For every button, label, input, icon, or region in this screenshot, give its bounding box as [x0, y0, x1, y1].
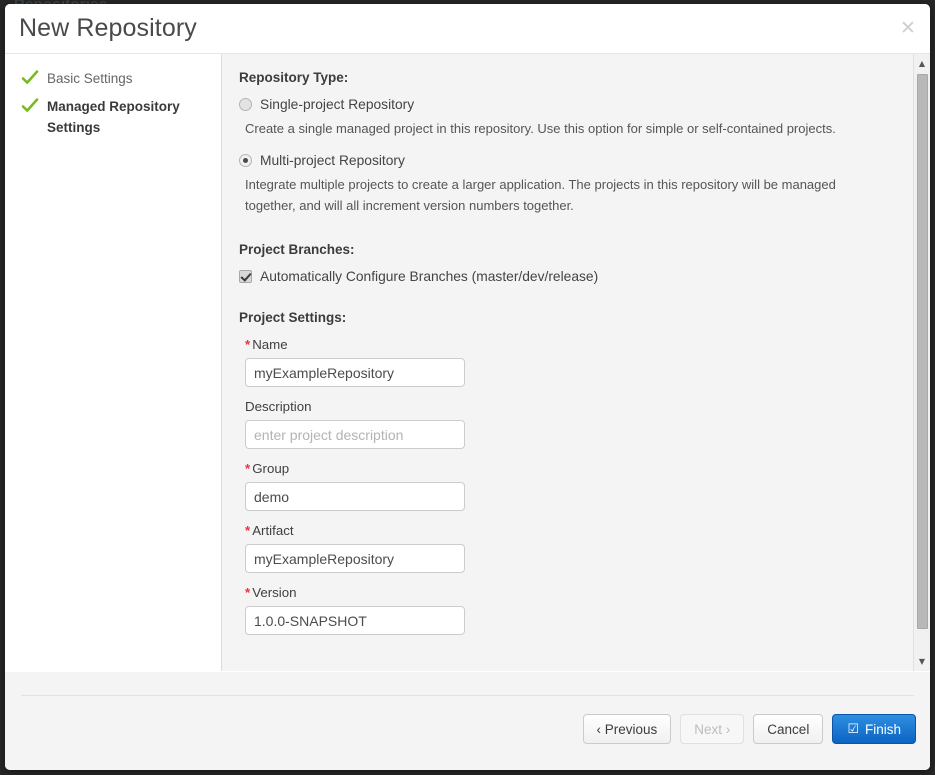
field-version: *Version — [239, 585, 913, 635]
radio-option-single-project[interactable]: Single-project Repository — [239, 97, 913, 112]
checkbox-label: Automatically Configure Branches (master… — [260, 269, 598, 284]
field-label: Description — [245, 399, 312, 414]
dialog-header: New Repository ✕ — [5, 4, 930, 54]
description-input[interactable] — [245, 420, 465, 449]
radio-icon-selected[interactable] — [239, 154, 252, 167]
required-marker: * — [245, 461, 250, 476]
required-marker: * — [245, 523, 250, 538]
wizard-steps-sidebar: Basic Settings Managed Repository Settin… — [5, 54, 222, 671]
dialog-body: Basic Settings Managed Repository Settin… — [5, 54, 930, 671]
sidebar-step-label: Managed Repository Settings — [47, 99, 180, 135]
field-label: Artifact — [252, 523, 293, 538]
sidebar-step-basic-settings[interactable]: Basic Settings — [21, 68, 221, 89]
checkbox-check-icon: ☑ — [847, 722, 859, 737]
screen: Repositories New Repository ✕ Basic Sett… — [0, 0, 935, 775]
field-label-row: Description — [245, 399, 913, 414]
field-label-row: *Name — [245, 337, 913, 352]
footer-button-bar: ‹ Previous Next › Cancel ☑ Finish — [583, 714, 917, 744]
content-wrapper: Repository Type: Single-project Reposito… — [222, 54, 930, 671]
field-label-row: *Artifact — [245, 523, 913, 538]
field-description: Description — [239, 399, 913, 449]
checkbox-icon[interactable] — [239, 270, 252, 283]
radio-icon-unselected[interactable] — [239, 98, 252, 111]
field-group: *Group — [239, 461, 913, 511]
scroll-up-arrow-icon[interactable]: ▲ — [914, 56, 930, 71]
dialog-footer: ‹ Previous Next › Cancel ☑ Finish — [5, 671, 930, 770]
repository-type-heading: Repository Type: — [239, 70, 913, 85]
new-repository-dialog: New Repository ✕ Basic Settings — [5, 4, 930, 770]
cancel-button[interactable]: Cancel — [753, 714, 823, 744]
field-label: Version — [252, 585, 296, 600]
name-input[interactable] — [245, 358, 465, 387]
version-input[interactable] — [245, 606, 465, 635]
field-artifact: *Artifact — [239, 523, 913, 573]
project-settings-heading: Project Settings: — [239, 310, 913, 325]
project-branches-heading: Project Branches: — [239, 242, 913, 257]
group-input[interactable] — [245, 482, 465, 511]
radio-option-multi-project[interactable]: Multi-project Repository — [239, 153, 913, 168]
field-label-row: *Version — [245, 585, 913, 600]
scroll-down-arrow-icon[interactable]: ▼ — [914, 654, 930, 669]
checkmark-icon — [21, 97, 39, 115]
single-project-description: Create a single managed project in this … — [245, 118, 845, 139]
checkmark-icon — [21, 69, 39, 87]
field-label: Group — [252, 461, 289, 476]
field-label-row: *Group — [245, 461, 913, 476]
finish-button-label: Finish — [865, 722, 901, 737]
settings-content-panel: Repository Type: Single-project Reposito… — [222, 54, 913, 671]
artifact-input[interactable] — [245, 544, 465, 573]
footer-divider — [21, 695, 914, 696]
required-marker: * — [245, 585, 250, 600]
field-label: Name — [252, 337, 287, 352]
sidebar-step-label: Basic Settings — [47, 71, 133, 86]
required-marker: * — [245, 337, 250, 352]
sidebar-step-managed-repository-settings[interactable]: Managed Repository Settings — [21, 96, 221, 138]
previous-button[interactable]: ‹ Previous — [583, 714, 672, 744]
finish-button[interactable]: ☑ Finish — [832, 714, 916, 744]
checkbox-auto-configure-branches[interactable]: Automatically Configure Branches (master… — [239, 269, 913, 284]
next-button[interactable]: Next › — [680, 714, 744, 744]
content-scrollbar[interactable]: ▲ ▼ — [913, 54, 930, 671]
radio-label: Multi-project Repository — [260, 153, 405, 168]
scrollbar-thumb[interactable] — [917, 74, 928, 629]
field-name: *Name — [239, 337, 913, 387]
radio-label: Single-project Repository — [260, 97, 414, 112]
dialog-title: New Repository — [19, 14, 197, 43]
close-icon[interactable]: ✕ — [897, 18, 919, 40]
multi-project-description: Integrate multiple projects to create a … — [245, 174, 845, 216]
